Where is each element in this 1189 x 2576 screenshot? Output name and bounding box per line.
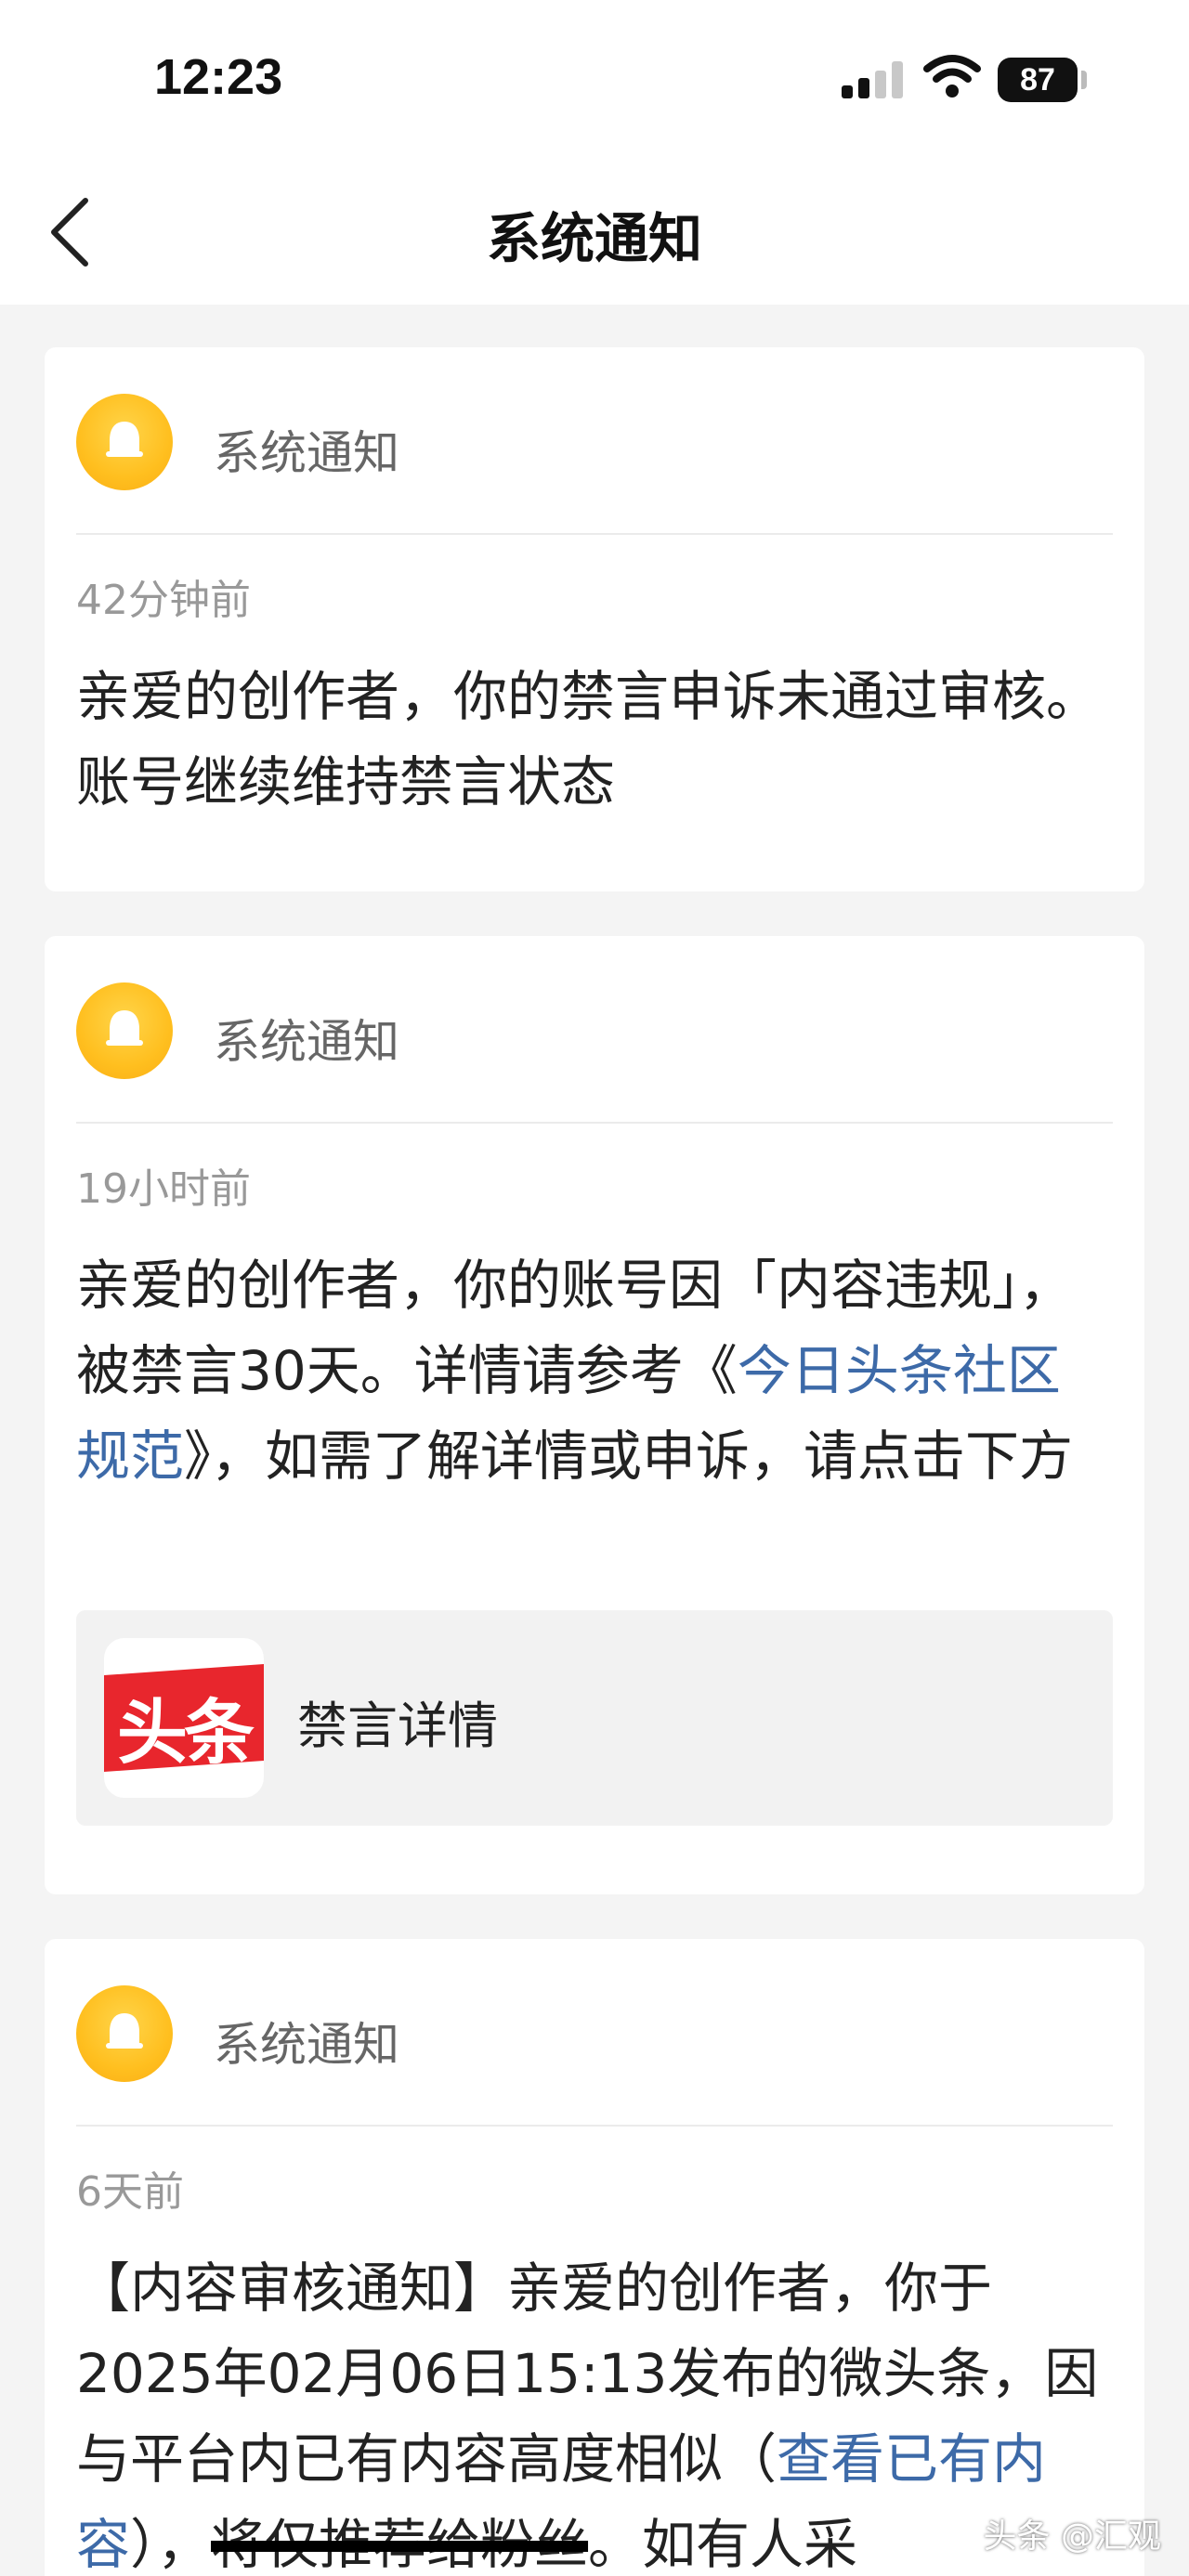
notification-card[interactable]: 系统通知 42分钟前 亲爱的创作者，你的禁言申诉未通过审核。账号继续维持禁言状态 xyxy=(45,347,1144,891)
bell-icon xyxy=(76,982,173,1079)
bell-icon xyxy=(76,1985,173,2082)
bell-icon xyxy=(76,394,173,490)
status-bar: 12:23 87 xyxy=(0,0,1189,149)
divider xyxy=(76,2125,1113,2127)
card-header: 系统通知 xyxy=(76,982,1098,1079)
wifi-icon xyxy=(923,54,981,98)
struck-text: 将仅推荐给粉丝 xyxy=(211,2513,589,2576)
logo-text: 头条 xyxy=(117,1691,255,1774)
sender-name: 系统通知 xyxy=(214,2018,399,2072)
notification-card[interactable]: 系统通知 6天前 【内容审核通知】亲爱的创作者，你于2025年02月06日15:… xyxy=(45,1939,1144,2576)
body-text: ）， xyxy=(130,2513,212,2576)
divider xyxy=(76,1122,1113,1124)
sender-name: 系统通知 xyxy=(214,426,399,480)
body-text: 》，如需了解详情或申诉，请点击下方 xyxy=(184,1425,1074,1488)
notification-time: 42分钟前 xyxy=(76,577,251,624)
body-text: 。如有人采 xyxy=(588,2513,858,2576)
notification-time: 6天前 xyxy=(76,2168,184,2216)
sender-name: 系统通知 xyxy=(214,1015,399,1069)
divider xyxy=(76,533,1113,535)
notification-card[interactable]: 系统通知 19小时前 亲爱的创作者，你的账号因「内容违规」，被禁言30天。详情请… xyxy=(45,936,1144,1894)
ban-details-button[interactable]: 头条 禁言详情 xyxy=(76,1610,1113,1826)
notification-body: 亲爱的创作者，你的禁言申诉未通过审核。账号继续维持禁言状态 xyxy=(76,665,1101,813)
notification-body: 亲爱的创作者，你的账号因「内容违规」，被禁言30天。详情请参考《今日头条社区规范… xyxy=(76,1242,1113,1499)
nav-bar: 系统通知 xyxy=(0,149,1189,305)
battery-level: 87 xyxy=(998,58,1078,102)
notification-body: 【内容审核通知】亲爱的创作者，你于2025年02月06日15:13发布的微头条，… xyxy=(76,2245,1113,2576)
toutiao-logo: 头条 xyxy=(104,1638,264,1798)
watermark: 头条 @汇观 xyxy=(983,2517,1161,2556)
page-title: 系统通知 xyxy=(486,207,702,270)
cellular-signal-icon xyxy=(842,61,907,98)
card-header: 系统通知 xyxy=(76,1985,1098,2082)
card-header: 系统通知 xyxy=(76,394,1098,490)
status-time: 12:23 xyxy=(154,49,283,105)
battery-tip xyxy=(1081,71,1087,89)
ban-details-label: 禁言详情 xyxy=(297,1697,498,1755)
notification-time: 19小时前 xyxy=(76,1165,251,1213)
